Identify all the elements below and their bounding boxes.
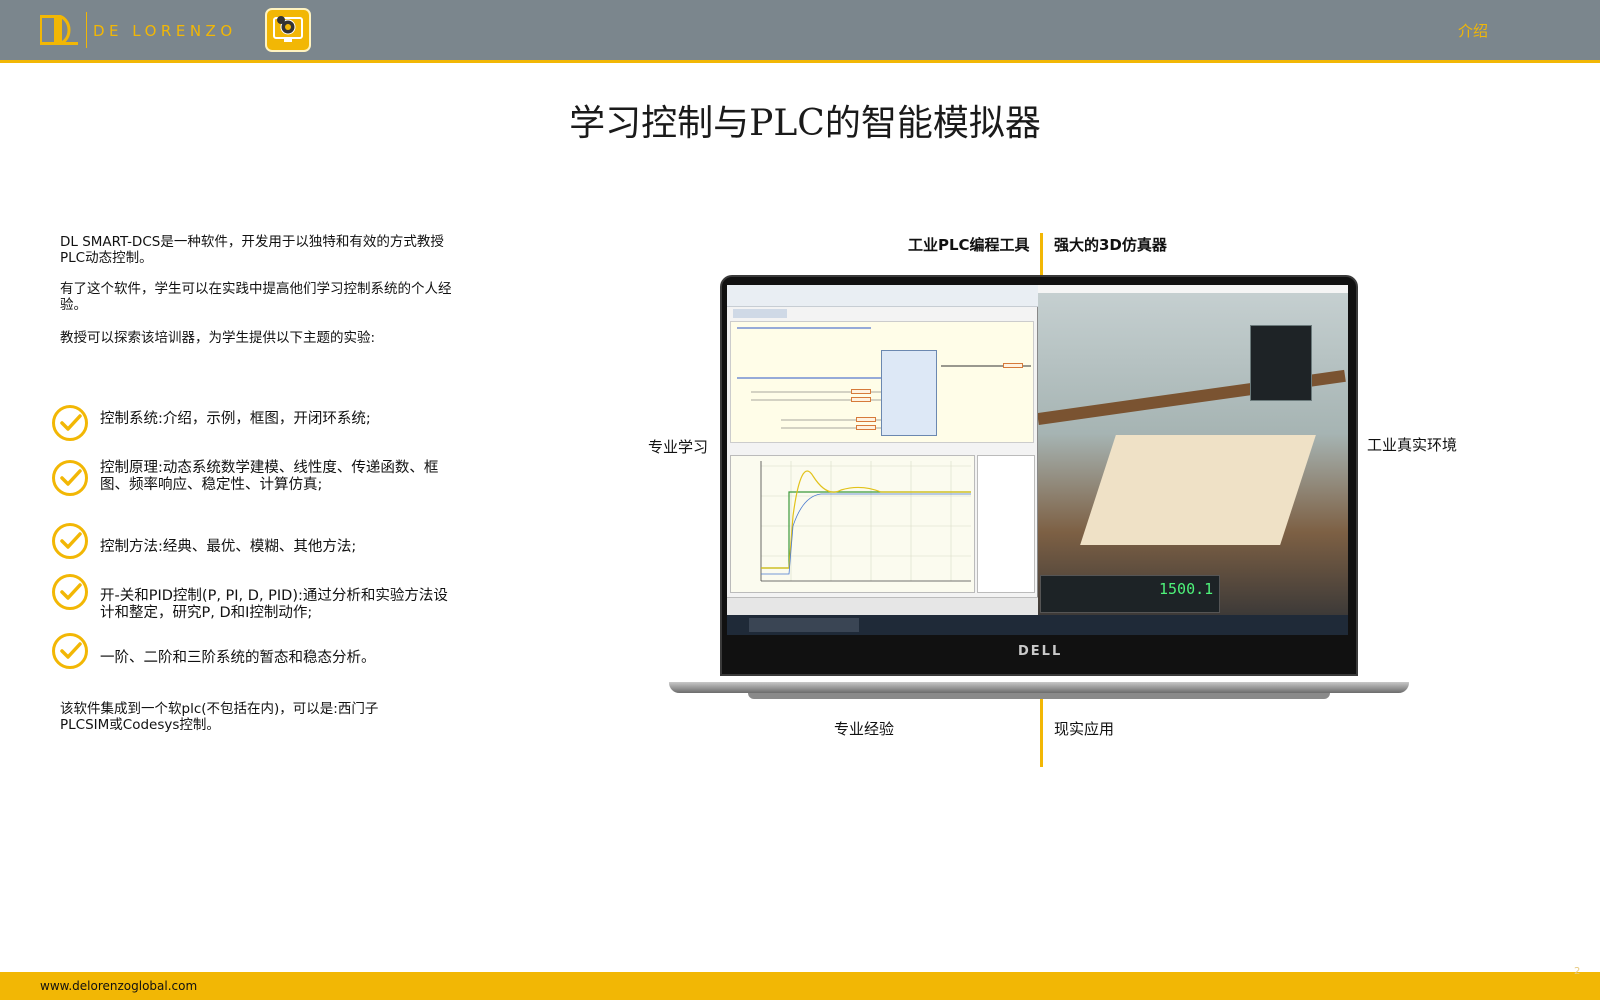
page-number: 2 bbox=[1574, 966, 1581, 977]
intro-paragraph: DL SMART-DCS是一种软件，开发用于以独特和有效的方式教授PLC动态控制… bbox=[60, 234, 444, 266]
slide: DE LORENZO 介绍 学习控制与PLC的智能模拟器 DL SMART-DC… bbox=[0, 0, 1600, 1000]
integration-note: 该软件集成到一个软plc(不包括在内)，可以是:西门子PLCSIM或Codesy… bbox=[60, 701, 379, 733]
callout-3d-simulator: 强大的3D仿真器 bbox=[1054, 236, 1167, 254]
topic-text: 控制原理:动态系统数学建模、线性度、传递函数、框图、频率响应、稳定性、计算仿真; bbox=[100, 460, 439, 493]
trend-plot bbox=[730, 455, 975, 593]
check-circle-icon bbox=[52, 574, 88, 610]
3d-simulator-window: 1500.1 bbox=[1038, 285, 1348, 615]
plc-menubar bbox=[727, 285, 1038, 307]
check-circle-icon bbox=[52, 460, 88, 496]
work-surface bbox=[1080, 435, 1316, 545]
topic-text: 开-关和PID控制(P, PI, D, PID):通过分析和实验方法设计和整定，… bbox=[100, 588, 448, 621]
potentiometer-readout: 1500.1 bbox=[1159, 580, 1214, 598]
logo-divider bbox=[86, 12, 87, 48]
simulator-titlebar bbox=[1038, 285, 1348, 293]
check-circle-icon bbox=[52, 405, 88, 441]
check-circle-icon bbox=[52, 633, 88, 669]
footer-website-link[interactable]: www.delorenzoglobal.com bbox=[40, 979, 197, 993]
value-box bbox=[856, 425, 876, 430]
callout-plc-tool: 工业PLC编程工具 bbox=[908, 236, 1030, 254]
gear-monitor-icon bbox=[265, 8, 311, 52]
topic-text: 控制系统:介绍，示例，框图，开闭环系统; bbox=[100, 411, 371, 427]
topic-text: 控制方法:经典、最优、模糊、其他方法; bbox=[100, 539, 357, 555]
callout-professional-experience: 专业经验 bbox=[834, 720, 895, 738]
nav-intro-link[interactable]: 介绍 bbox=[1458, 20, 1488, 41]
plc-tab bbox=[733, 309, 787, 318]
plc-programming-window bbox=[727, 285, 1038, 615]
brand-wordmark: DE LORENZO bbox=[93, 22, 237, 40]
callout-divider-bottom bbox=[1040, 697, 1043, 767]
taskbar-search bbox=[749, 618, 859, 632]
plc-status-bar bbox=[727, 597, 1038, 615]
intro-paragraph: 教授可以探索该培训器，为学生提供以下主题的实验: bbox=[60, 330, 376, 346]
header-bar bbox=[0, 0, 1600, 60]
value-box bbox=[1003, 363, 1023, 368]
ladder-diagram bbox=[730, 321, 1034, 443]
trend-legend bbox=[977, 455, 1035, 593]
footer-bar bbox=[0, 972, 1600, 1000]
parameters-panel bbox=[1250, 325, 1312, 401]
callout-industrial-environment: 工业真实环境 bbox=[1367, 436, 1458, 454]
potentiometer-panel: 1500.1 bbox=[1040, 575, 1220, 613]
value-box bbox=[856, 417, 876, 422]
intro-paragraph: 有了这个软件，学生可以在实践中提高他们学习控制系统的个人经验。 bbox=[60, 281, 452, 313]
check-circle-icon bbox=[52, 523, 88, 559]
laptop-base bbox=[669, 682, 1409, 693]
page-title: 学习控制与PLC的智能模拟器 bbox=[569, 103, 1041, 144]
callout-divider-top bbox=[1040, 233, 1043, 278]
topic-text: 一阶、二阶和三阶系统的暂态和稳态分析。 bbox=[100, 650, 376, 666]
laptop-brand: DELL bbox=[1018, 644, 1063, 659]
callout-real-application: 现实应用 bbox=[1054, 720, 1115, 738]
laptop-foot bbox=[748, 693, 1330, 699]
header-accent-line bbox=[0, 60, 1600, 63]
value-box bbox=[851, 389, 871, 394]
value-box bbox=[851, 397, 871, 402]
laptop-screen: 1500.1 bbox=[727, 285, 1348, 635]
dl-logo-icon bbox=[40, 15, 78, 45]
windows-taskbar bbox=[727, 615, 1348, 635]
callout-professional-learning: 专业学习 bbox=[648, 438, 709, 456]
pid-controller-block bbox=[881, 350, 937, 436]
